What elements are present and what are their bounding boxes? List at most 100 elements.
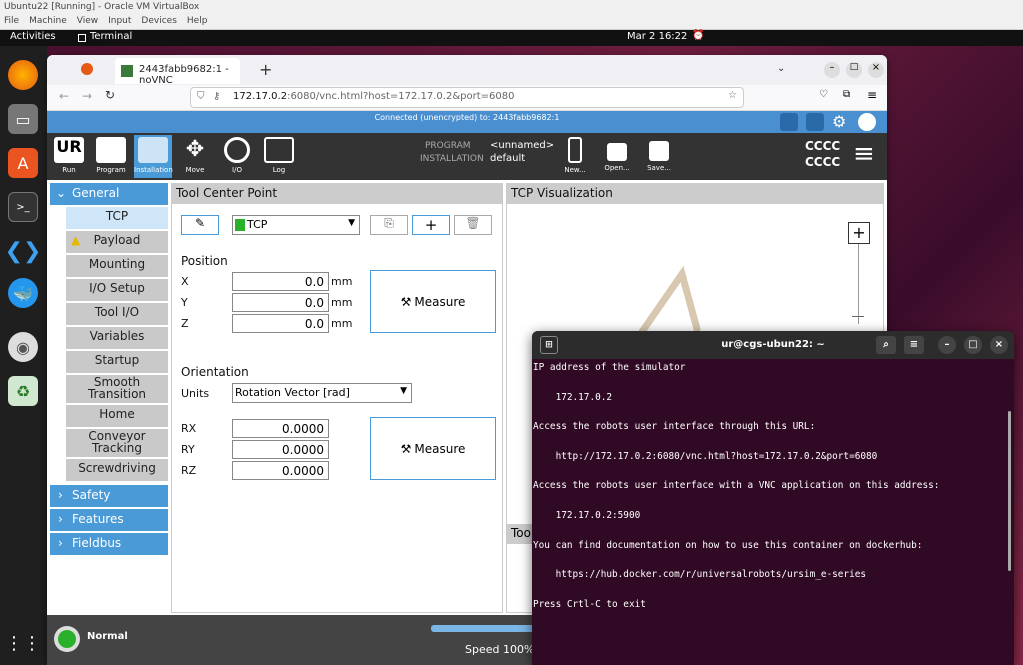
new-tab-icon[interactable]: ⊞ <box>540 336 558 354</box>
tcp-select[interactable]: TCP ▼ <box>232 215 360 235</box>
zoom-slider-track[interactable] <box>858 244 859 324</box>
set-default-button[interactable]: ⎘ <box>370 215 408 235</box>
sidebar-item-mounting[interactable]: Mounting <box>66 255 168 277</box>
cccc-line2: CCCC <box>805 155 841 169</box>
sidebar-item-screwdriving[interactable]: Screwdriving <box>66 459 168 481</box>
sidebar-item-conveyor-tracking[interactable]: Conveyor Tracking <box>66 429 168 457</box>
edit-pencil-button[interactable]: ✎ <box>181 215 219 235</box>
software-center-icon[interactable]: A <box>8 148 38 178</box>
show-apps-icon[interactable]: ⋮⋮ <box>5 628 41 658</box>
log-icon <box>264 137 294 163</box>
vbox-menu-file[interactable]: File <box>4 16 19 26</box>
open-button[interactable]: Open... <box>599 135 635 178</box>
terminal-scrollbar[interactable] <box>1008 411 1011 571</box>
vscode-icon[interactable]: ❮❯ <box>5 236 42 266</box>
run-button[interactable]: UR Run <box>50 135 88 178</box>
clock[interactable]: Mar 2 16:22 <box>627 31 687 42</box>
program-icon <box>96 137 126 163</box>
new-button[interactable]: New... <box>557 135 593 178</box>
program-button[interactable]: Program <box>92 135 130 178</box>
sidebar-item-tcp[interactable]: TCP <box>66 207 168 229</box>
sidebar-item-variables[interactable]: Variables <box>66 327 168 349</box>
sidebar-item-startup[interactable]: Startup <box>66 351 168 373</box>
delete-tcp-button[interactable]: 🗑 <box>454 215 492 235</box>
vnc-disconnect-icon[interactable] <box>858 113 876 131</box>
minimize-icon[interactable]: – <box>824 62 840 78</box>
terminal-output[interactable]: IP address of the simulator 172.17.0.2 A… <box>533 361 1003 661</box>
tab-list-chevron-icon[interactable]: ⌄ <box>777 63 785 74</box>
rz-field[interactable]: 0.0000 <box>232 461 329 480</box>
activities-button[interactable]: Activities <box>10 31 56 42</box>
move-button[interactable]: ✥ Move <box>176 135 214 178</box>
url-host: 172.17.0.2 <box>233 91 288 102</box>
vbox-menu-input[interactable]: Input <box>108 16 131 26</box>
vbox-menu-help[interactable]: Help <box>187 16 208 26</box>
menu-icon[interactable]: ≡ <box>867 88 877 102</box>
z-field[interactable]: 0.0 <box>232 314 329 333</box>
firefox-icon[interactable] <box>8 60 38 90</box>
close-icon[interactable]: × <box>868 62 884 78</box>
sidebar-general[interactable]: ⌄ General <box>50 183 168 205</box>
vbox-menu-devices[interactable]: Devices <box>141 16 176 26</box>
y-field[interactable]: 0.0 <box>232 293 329 312</box>
close-icon[interactable]: × <box>990 336 1008 354</box>
save-label: Save... <box>647 164 671 172</box>
new-tab-icon[interactable]: + <box>259 60 272 79</box>
sidebar-item-tool-io[interactable]: Tool I/O <box>66 303 168 325</box>
bookmark-star-icon[interactable]: ☆ <box>728 90 737 101</box>
sidebar-features[interactable]: › Features <box>50 509 168 531</box>
sidebar-item-smooth-transition[interactable]: Smooth Transition <box>66 375 168 403</box>
save-button[interactable]: Save... <box>641 135 677 178</box>
installation-icon <box>138 137 168 163</box>
back-icon[interactable]: ← <box>59 89 69 103</box>
vbox-menu-machine[interactable]: Machine <box>29 16 67 26</box>
maximize-icon[interactable]: □ <box>964 336 982 354</box>
hamburger-menu-icon[interactable]: ≡ <box>853 139 875 169</box>
minimize-icon[interactable]: – <box>938 336 956 354</box>
trash-icon[interactable]: ♻ <box>8 376 38 406</box>
log-button[interactable]: Log <box>260 135 298 178</box>
files-icon[interactable]: ▭ <box>8 104 38 134</box>
measure-orientation-button[interactable]: ⚒ Measure <box>370 417 496 480</box>
sidebar-item-home[interactable]: Home <box>66 405 168 427</box>
vbox-menu-view[interactable]: View <box>77 16 98 26</box>
pocket-icon[interactable]: ♡ <box>819 89 828 100</box>
vnc-settings-gear-icon[interactable]: ⚙ <box>832 112 846 131</box>
units-select[interactable]: Rotation Vector [rad] ▼ <box>232 383 412 403</box>
x-field[interactable]: 0.0 <box>232 272 329 291</box>
docker-icon[interactable]: 🐳 <box>8 278 38 308</box>
vnc-clipboard-icon[interactable] <box>806 113 824 131</box>
run-label: Run <box>62 166 76 174</box>
reload-icon[interactable]: ↻ <box>105 88 115 102</box>
sidebar-item-payload[interactable]: ▲ Payload <box>66 231 168 253</box>
power-status-button[interactable] <box>54 626 80 652</box>
rx-field[interactable]: 0.0000 <box>232 419 329 438</box>
sidebar-fieldbus[interactable]: › Fieldbus <box>50 533 168 555</box>
installation-button[interactable]: Installation <box>134 135 173 178</box>
sidebar-item-io-setup[interactable]: I/O Setup <box>66 279 168 301</box>
extensions-icon[interactable]: ⧉ <box>843 89 850 100</box>
active-app-name[interactable]: Terminal <box>90 31 132 42</box>
url-bar[interactable]: ⛉ ⚷ 172.17.0.2:6080/vnc.html?host=172.17… <box>190 87 744 108</box>
zoom-slider-handle[interactable] <box>852 316 864 317</box>
io-button[interactable]: I/O <box>218 135 256 178</box>
safety-label: Safety <box>72 488 111 502</box>
sidebar-safety[interactable]: › Safety <box>50 485 168 507</box>
measure-position-button[interactable]: ⚒ Measure <box>370 270 496 333</box>
add-tcp-button[interactable]: + <box>412 215 450 235</box>
terminal-icon[interactable]: >_ <box>8 192 38 222</box>
ry-field[interactable]: 0.0000 <box>232 440 329 459</box>
maximize-icon[interactable]: □ <box>846 62 862 78</box>
firefox-tab-icon <box>81 63 93 75</box>
key-icon[interactable]: ⚷ <box>213 91 220 102</box>
forward-icon[interactable]: → <box>82 89 92 103</box>
shield-icon[interactable]: ⛉ <box>197 91 205 102</box>
vnc-display-icon[interactable] <box>780 113 798 131</box>
orientation-heading: Orientation <box>181 365 249 379</box>
zoom-in-button[interactable]: + <box>848 222 870 244</box>
search-icon[interactable]: ⌕ <box>876 336 896 354</box>
disc-icon[interactable]: ◉ <box>8 332 38 362</box>
browser-tab[interactable]: 2443fabb9682:1 - noVNC <box>115 58 240 86</box>
menu-icon[interactable]: ≡ <box>904 336 924 354</box>
payload-label: Payload <box>93 233 141 247</box>
